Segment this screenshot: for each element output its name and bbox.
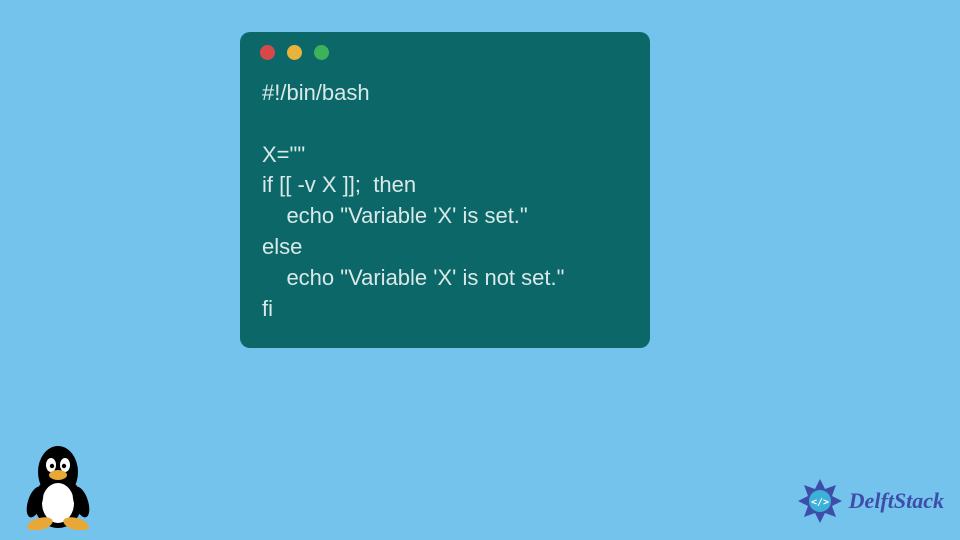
tux-penguin-icon bbox=[20, 440, 96, 530]
code-window: #!/bin/bash X="" if [[ -v X ]]; then ech… bbox=[240, 32, 650, 348]
window-titlebar bbox=[240, 32, 650, 72]
svg-text:</>: </> bbox=[811, 497, 829, 508]
brand-badge: </> DelftStack bbox=[795, 476, 944, 526]
zoom-icon[interactable] bbox=[314, 45, 329, 60]
minimize-icon[interactable] bbox=[287, 45, 302, 60]
brand-name: DelftStack bbox=[849, 488, 944, 514]
delftstack-logo-icon: </> bbox=[795, 476, 845, 526]
code-block: #!/bin/bash X="" if [[ -v X ]]; then ech… bbox=[240, 72, 650, 338]
close-icon[interactable] bbox=[260, 45, 275, 60]
